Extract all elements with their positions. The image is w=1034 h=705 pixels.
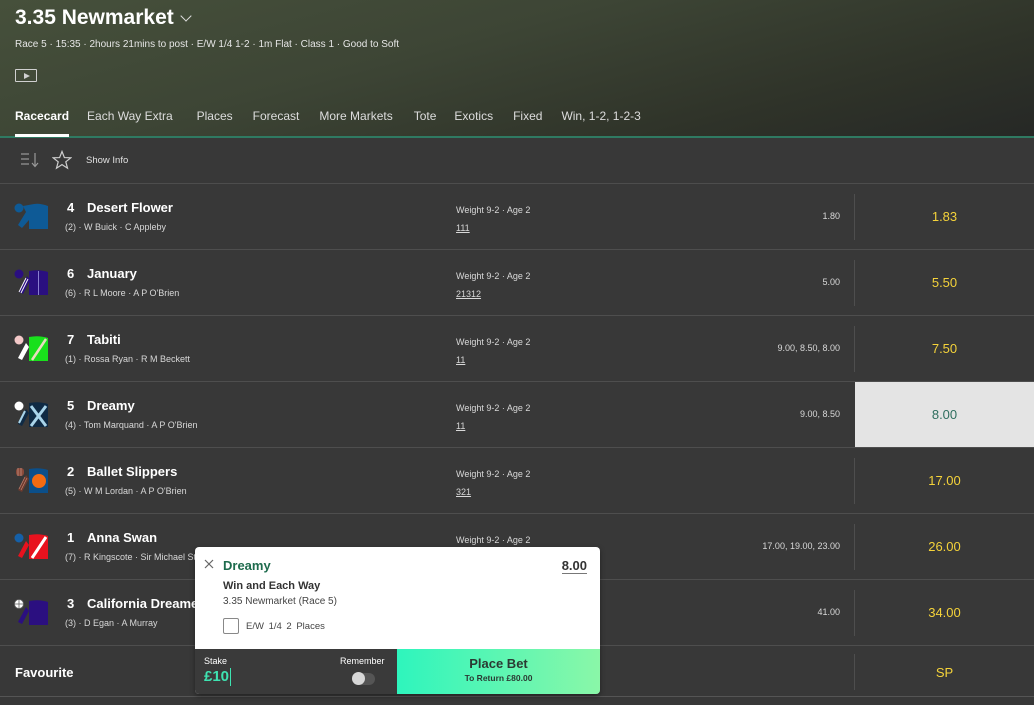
place-bet-label: Place Bet (469, 656, 528, 671)
runner-connections: (7) · R Kingscote · Sir Michael Stoute (65, 552, 214, 562)
play-video-icon[interactable] (15, 69, 37, 82)
runner-connections: (3) · D Egan · A Murray (65, 618, 158, 628)
race-title-dropdown[interactable]: 3.35 Newmarket (15, 6, 192, 30)
previous-odds: 17.00, 19.00, 23.00 (762, 541, 840, 551)
runner-number: 6 (67, 266, 75, 281)
jockey-silk-icon (14, 599, 48, 625)
stake-label: Stake (204, 656, 228, 666)
previous-odds: 1.80 (822, 211, 840, 221)
runner-connections: (5) · W M Lordan · A P O'Brien (65, 486, 187, 496)
runner-name[interactable]: Tabiti (87, 332, 121, 347)
odds-button[interactable]: 5.50 (855, 250, 1034, 315)
favourite-label: Favourite (15, 665, 74, 680)
runner-weight-age: Weight 9-2 · Age 2 (456, 469, 531, 479)
odds-button-selected[interactable]: 8.00 (855, 382, 1034, 447)
odds-button[interactable]: 17.00 (855, 448, 1034, 513)
quick-betslip: Dreamy 8.00 Win and Each Way 3.35 Newmar… (195, 547, 600, 694)
race-header: 3.35 Newmarket Race 5 · 15:35 · 2hours 2… (0, 0, 1034, 138)
tab-tote[interactable]: Tote (414, 109, 437, 137)
place-bet-button[interactable]: Place Bet To Return £80.00 (397, 649, 600, 694)
jockey-silk-icon (14, 203, 48, 229)
runner-number: 4 (67, 200, 75, 215)
runner-name[interactable]: January (87, 266, 137, 281)
runner-row: 6 January (6) · R L Moore · A P O'Brien … (0, 250, 1034, 316)
star-icon[interactable] (52, 150, 72, 170)
tab-places[interactable]: Places (197, 109, 233, 137)
runner-row: 2 Ballet Slippers (5) · W M Lordan · A P… (0, 448, 1034, 514)
tab-exotics[interactable]: Exotics (454, 109, 493, 137)
tab-racecard[interactable]: Racecard (15, 109, 70, 137)
runner-number: 1 (67, 530, 75, 545)
previous-odds: 9.00, 8.50, 8.00 (777, 343, 840, 353)
runner-connections: (6) · R L Moore · A P O'Brien (65, 288, 180, 298)
runner-name[interactable]: Ballet Slippers (87, 464, 177, 479)
jockey-silk-icon (16, 468, 48, 493)
runner-name[interactable]: Desert Flower (87, 200, 173, 215)
toggle-knob (352, 672, 365, 685)
betslip-market: Win and Each Way (223, 580, 321, 592)
runner-number: 5 (67, 398, 75, 413)
runner-form-link[interactable]: 321 (456, 487, 471, 497)
remember-label: Remember (340, 656, 385, 666)
jockey-silk-icon (14, 533, 48, 559)
odds-button[interactable]: 26.00 (855, 514, 1034, 579)
runner-form-link[interactable]: 11 (456, 421, 465, 431)
racecard-toolbar (0, 140, 1034, 184)
runner-row: 5 Dreamy (4) · Tom Marquand · A P O'Brie… (0, 382, 1034, 448)
market-tabs: Racecard Each Way Extra Places Forecast … (15, 109, 641, 137)
runner-connections: (4) · Tom Marquand · A P O'Brien (65, 420, 198, 430)
odds-button[interactable]: 1.83 (855, 184, 1034, 249)
runner-weight-age: Weight 9-2 · Age 2 (456, 535, 531, 545)
sort-icon[interactable] (21, 152, 39, 168)
previous-odds: 9.00, 8.50 (799, 409, 840, 419)
runner-number: 7 (67, 332, 75, 347)
tab-more-markets[interactable]: More Markets (319, 109, 392, 137)
runner-number: 3 (67, 596, 75, 611)
betslip-selection: Dreamy (223, 558, 271, 573)
previous-odds: 5.00 (822, 277, 840, 287)
runner-form-link[interactable]: 21312 (456, 289, 481, 299)
betslip-price[interactable]: 8.00 (561, 558, 587, 574)
jockey-silk-icon (14, 335, 48, 361)
chevron-down-icon (180, 9, 192, 22)
stake-input[interactable]: £10 (204, 668, 232, 686)
runner-row: 7 Tabiti (1) · Rossa Ryan · R M Beckett … (0, 316, 1034, 382)
remember-toggle[interactable] (352, 672, 375, 685)
runner-name[interactable]: Dreamy (87, 398, 135, 413)
close-icon[interactable] (204, 559, 214, 569)
sp-odds-button[interactable]: SP (855, 646, 1034, 698)
to-return-label: To Return £80.00 (464, 673, 533, 683)
runner-weight-age: Weight 9-2 · Age 2 (456, 205, 531, 215)
previous-odds: 41.00 (817, 607, 840, 617)
runner-row: 4 Desert Flower (2) · W Buick · C Appleb… (0, 184, 1034, 250)
race-title: 3.35 Newmarket (15, 6, 174, 29)
runner-name[interactable]: California Dreamer (87, 596, 203, 611)
runner-weight-age: Weight 9-2 · Age 2 (456, 271, 531, 281)
each-way-checkbox[interactable] (223, 618, 239, 634)
race-meta: Race 5 · 15:35 · 2hours 21mins to post ·… (15, 39, 400, 50)
jockey-silk-icon (14, 269, 48, 295)
tab-fixed[interactable]: Fixed (513, 109, 542, 137)
runner-connections: (1) · Rossa Ryan · R M Beckett (65, 354, 191, 364)
betslip-footer: Stake £10 Remember Place Bet To Return £… (195, 649, 600, 694)
runner-number: 2 (67, 464, 75, 479)
jockey-silk-icon (14, 401, 48, 427)
runner-form-link[interactable]: 11 (456, 355, 465, 365)
show-info-toggle[interactable]: Show Info (86, 155, 128, 166)
tab-forecast[interactable]: Forecast (253, 109, 300, 137)
runner-name[interactable]: Anna Swan (87, 530, 157, 545)
each-way-label: E/W 1/4 2 Places (246, 621, 325, 632)
odds-button[interactable]: 7.50 (855, 316, 1034, 381)
runner-weight-age: Weight 9-2 · Age 2 (456, 403, 531, 413)
runner-connections: (2) · W Buick · C Appleby (65, 222, 167, 232)
runner-weight-age: Weight 9-2 · Age 2 (456, 337, 531, 347)
tab-win-placings[interactable]: Win, 1-2, 1-2-3 (561, 109, 640, 137)
runner-form-link[interactable]: 111 (456, 223, 470, 233)
odds-button[interactable]: 34.00 (855, 580, 1034, 645)
betslip-race: 3.35 Newmarket (Race 5) (223, 596, 337, 607)
tab-each-way-extra[interactable]: Each Way Extra (87, 109, 173, 137)
